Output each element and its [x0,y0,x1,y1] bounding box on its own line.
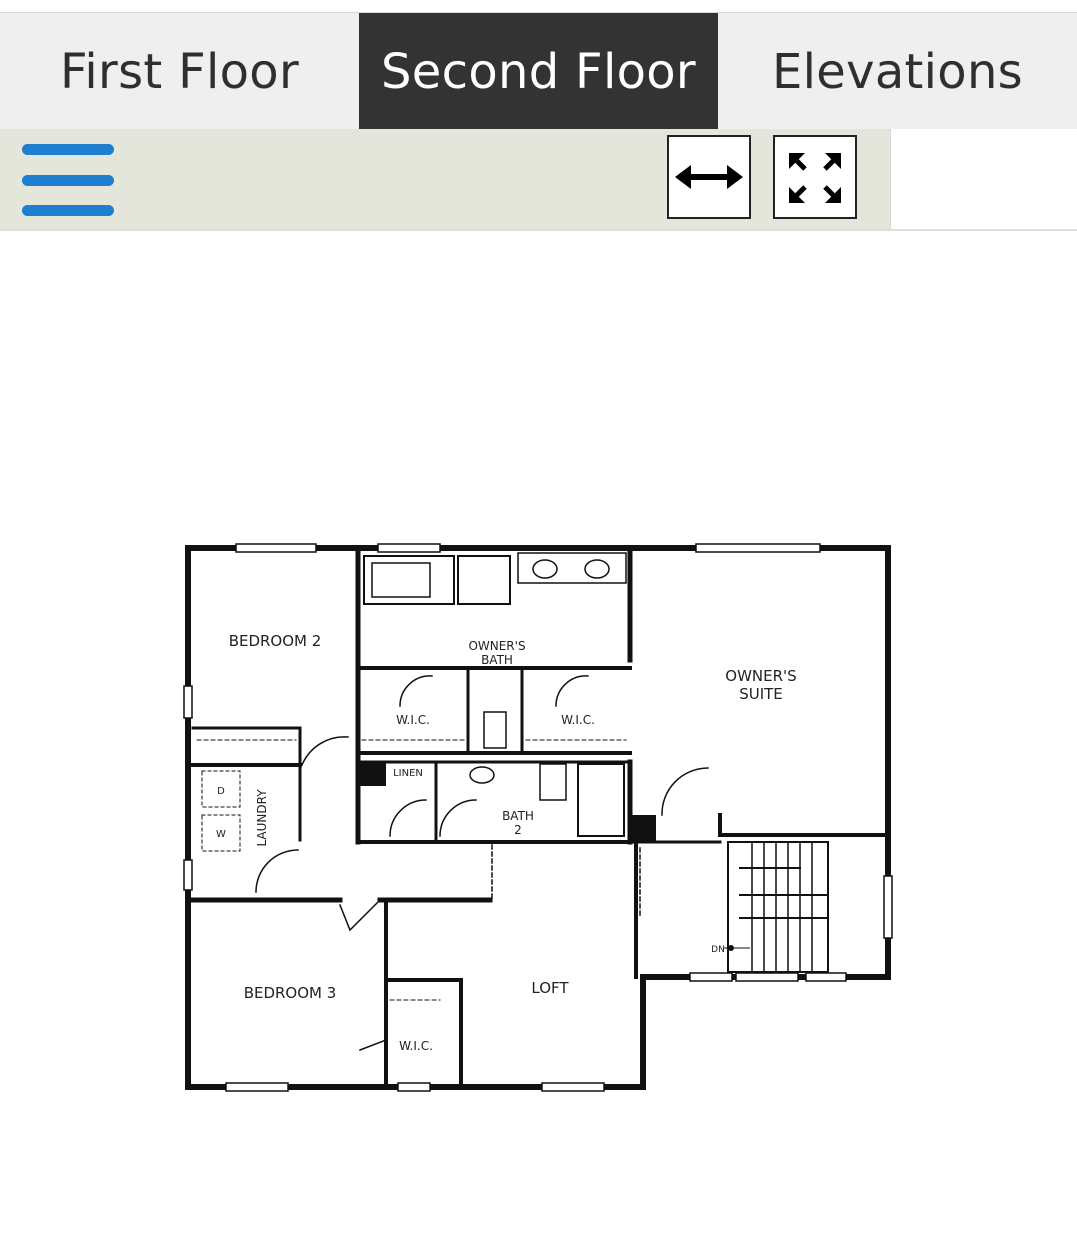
room-label-bedroom-2: BEDROOM 2 [229,632,322,650]
room-label-owners-suite-2: SUITE [739,685,783,703]
stairs-down-label: DN [711,945,725,955]
appliance-label-washer: W [216,829,226,840]
second-floor-plan[interactable]: BEDROOM 2 OWNER'S BATH OWNER'S SUITE W.I… [0,0,1077,1257]
room-label-wic-left: W.I.C. [396,713,430,727]
room-label-owners-suite: OWNER'S [725,667,796,685]
room-label-linen: LINEN [393,768,423,779]
room-label-loft: LOFT [531,979,569,997]
appliance-label-dryer: D [217,786,225,797]
room-label-bath-2-number: 2 [514,823,522,837]
room-label-laundry: LAUNDRY [255,789,269,847]
room-label-bedroom-3: BEDROOM 3 [244,984,337,1002]
room-label-owners-bath-2: BATH [481,653,513,667]
room-label-bath-2: BATH [502,809,534,823]
room-label-wic-right: W.I.C. [561,713,595,727]
room-label-wic-small: W.I.C. [399,1039,433,1053]
room-label-owners-bath: OWNER'S [468,639,525,653]
